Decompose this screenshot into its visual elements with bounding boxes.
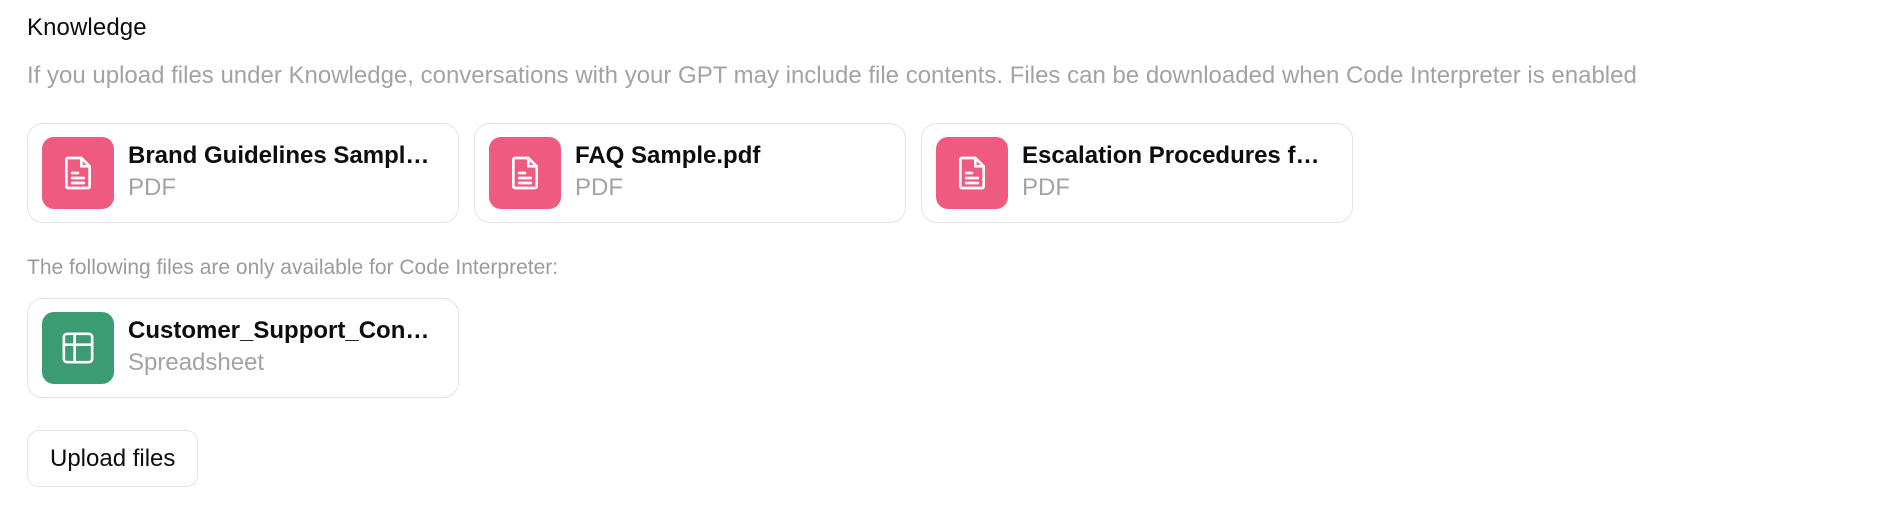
file-card[interactable]: Customer_Support_Conve... Spreadsheet	[27, 298, 459, 398]
document-icon	[936, 137, 1008, 209]
code-interpreter-file-list: Customer_Support_Conve... Spreadsheet	[27, 298, 459, 398]
upload-files-button[interactable]: Upload files	[27, 430, 199, 487]
file-type: PDF	[1022, 174, 1070, 201]
file-name: FAQ Sample.pdf	[575, 142, 761, 169]
document-icon	[489, 137, 561, 209]
file-type: PDF	[128, 174, 176, 201]
file-type: Spreadsheet	[128, 349, 265, 376]
knowledge-description: If you upload files under Knowledge, con…	[27, 62, 1637, 89]
file-name: Brand Guidelines Sample....	[128, 142, 438, 169]
file-card[interactable]: Brand Guidelines Sample.... PDF	[27, 123, 459, 223]
file-card[interactable]: Escalation Procedures for ... PDF	[921, 123, 1353, 223]
knowledge-title: Knowledge	[27, 14, 147, 41]
spreadsheet-icon	[42, 312, 114, 384]
document-icon	[42, 137, 114, 209]
file-name: Customer_Support_Conve...	[128, 317, 438, 344]
file-name: Escalation Procedures for ...	[1022, 142, 1332, 169]
file-card[interactable]: FAQ Sample.pdf PDF	[474, 123, 906, 223]
file-type: PDF	[575, 174, 623, 201]
knowledge-file-list: Brand Guidelines Sample.... PDF FAQ Samp…	[27, 123, 1353, 223]
code-interpreter-note: The following files are only available f…	[27, 256, 559, 279]
